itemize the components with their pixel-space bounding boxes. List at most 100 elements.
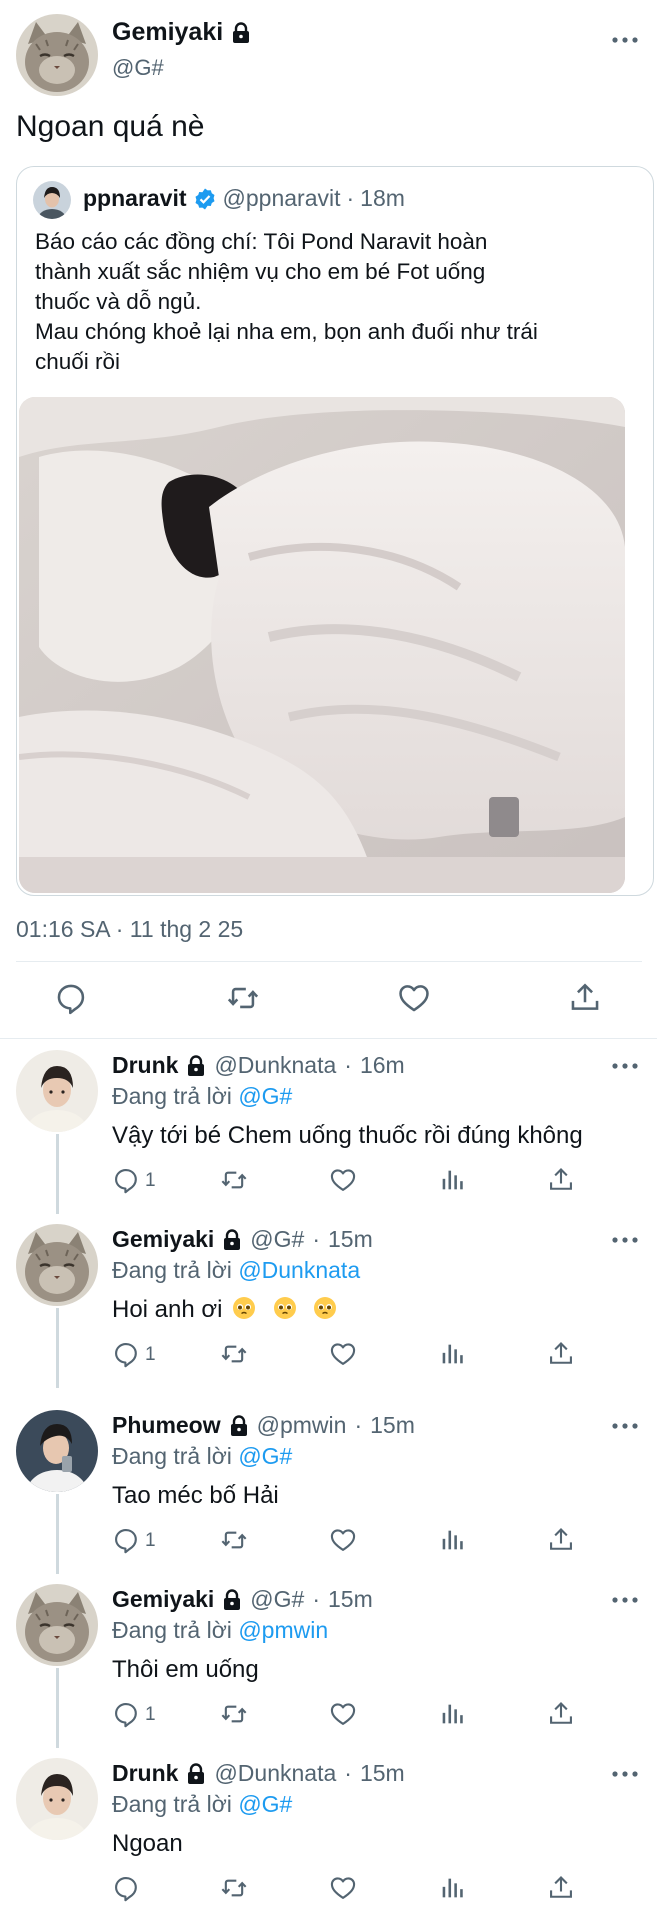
quoted-tweet-avatar[interactable]	[33, 181, 71, 219]
retweet-icon[interactable]	[220, 1526, 248, 1554]
reply-time[interactable]: 15m	[328, 1226, 373, 1253]
lock-icon	[222, 1589, 242, 1611]
like-icon[interactable]	[329, 1700, 357, 1728]
reply-author-name[interactable]: Gemiyaki	[112, 1226, 214, 1253]
separator-dot: ·	[346, 185, 355, 211]
reply-time[interactable]: 15m	[370, 1412, 415, 1439]
reply-time[interactable]: 15m	[328, 1586, 373, 1613]
quoted-tweet-handle[interactable]: @ppnaravit	[223, 185, 341, 212]
reply-handle[interactable]: @G#	[250, 1226, 304, 1253]
main-tweet-author-name[interactable]: Gemiyaki	[112, 18, 223, 47]
quoted-tweet[interactable]: ppnaravit @ppnaravit · 18m Báo cáo các đ…	[16, 166, 654, 896]
retweet-icon[interactable]	[220, 1166, 248, 1194]
like-icon[interactable]	[329, 1340, 357, 1368]
reply-handle[interactable]: @G#	[250, 1586, 304, 1613]
reply-actions: 1	[0, 1526, 657, 1556]
retweet-icon[interactable]	[220, 1700, 248, 1728]
main-tweet-avatar[interactable]	[16, 14, 98, 96]
reply-actions: 1	[0, 1340, 657, 1370]
reply-icon[interactable]	[112, 1874, 140, 1902]
reply-header: Gemiyaki @G# · 15m	[112, 1226, 373, 1253]
replying-to: Đang trả lời @Dunknata	[112, 1257, 360, 1284]
share-icon[interactable]	[547, 1166, 575, 1194]
retweet-icon[interactable]	[220, 1874, 248, 1902]
lock-icon	[229, 1415, 249, 1437]
replying-to-label: Đang trả lời	[112, 1257, 232, 1283]
reply-time[interactable]: 15m	[360, 1760, 405, 1787]
more-icon[interactable]	[610, 30, 640, 50]
replying-to-mention[interactable]: @Dunknata	[238, 1257, 360, 1283]
share-icon[interactable]	[547, 1340, 575, 1368]
reply-tweet[interactable]: Drunk @Dunknata · 15m Đang trả lời @G# N…	[0, 1748, 657, 1920]
separator-dot: ·	[312, 1226, 320, 1252]
quoted-tweet-line: thành xuất sắc nhiệm vụ cho em bé Fot uố…	[35, 259, 486, 284]
share-icon[interactable]	[547, 1874, 575, 1902]
reply-handle[interactable]: @Dunknata	[214, 1052, 336, 1079]
replying-to-label: Đang trả lời	[112, 1791, 232, 1817]
reply-avatar[interactable]	[16, 1758, 98, 1840]
views-icon[interactable]	[438, 1166, 466, 1194]
more-icon[interactable]	[610, 1056, 640, 1076]
reply-author-name[interactable]: Gemiyaki	[112, 1586, 214, 1613]
views-icon[interactable]	[438, 1700, 466, 1728]
reply-tweet[interactable]: Drunk @Dunknata · 16m Đang trả lời @G# V…	[0, 1040, 657, 1214]
verified-icon	[193, 187, 217, 211]
replying-to-mention[interactable]: @G#	[238, 1443, 292, 1469]
reply-tweet[interactable]: Gemiyaki @G# · 15m Đang trả lời @Dunknat…	[0, 1214, 657, 1388]
quoted-tweet-time[interactable]: 18m	[360, 185, 405, 212]
reply-author-name[interactable]: Drunk	[112, 1760, 178, 1787]
replying-to-mention[interactable]: @G#	[238, 1791, 292, 1817]
views-icon[interactable]	[438, 1340, 466, 1368]
main-tweet-actions	[0, 975, 657, 1025]
reply-text: Vậy tới bé Chem uống thuốc rồi đúng khôn…	[112, 1122, 583, 1149]
reply-text-container: Hoi anh ơi	[112, 1296, 337, 1324]
share-icon[interactable]	[568, 981, 602, 1015]
reply-icon[interactable]	[112, 1700, 140, 1728]
quoted-tweet-photo[interactable]	[19, 397, 625, 893]
reply-handle[interactable]: @Dunknata	[214, 1760, 336, 1787]
reply-icon[interactable]	[112, 1166, 140, 1194]
reply-avatar[interactable]	[16, 1050, 98, 1132]
replying-to-label: Đang trả lời	[112, 1443, 232, 1469]
like-icon[interactable]	[329, 1526, 357, 1554]
replying-to-mention[interactable]: @G#	[238, 1083, 292, 1109]
main-tweet-header: Gemiyaki @G#	[112, 18, 251, 81]
separator-dot: ·	[354, 1412, 363, 1438]
quoted-tweet-author-name[interactable]: ppnaravit	[83, 185, 187, 212]
more-icon[interactable]	[610, 1764, 640, 1784]
replying-to-mention[interactable]: @pmwin	[238, 1617, 328, 1643]
like-icon[interactable]	[329, 1874, 357, 1902]
separator-dot: ·	[344, 1052, 352, 1078]
reply-avatar[interactable]	[16, 1410, 98, 1492]
replying-to-label: Đang trả lời	[112, 1083, 232, 1109]
main-tweet-handle[interactable]: @G#	[112, 55, 251, 81]
replying-to-label: Đang trả lời	[112, 1617, 232, 1643]
reply-handle[interactable]: @pmwin	[257, 1412, 347, 1439]
views-icon[interactable]	[438, 1874, 466, 1902]
reply-time[interactable]: 16m	[360, 1052, 405, 1079]
reply-avatar[interactable]	[16, 1584, 98, 1666]
more-icon[interactable]	[610, 1230, 640, 1250]
like-icon[interactable]	[397, 981, 431, 1015]
share-icon[interactable]	[547, 1700, 575, 1728]
more-icon[interactable]	[610, 1590, 640, 1610]
retweet-icon[interactable]	[226, 981, 260, 1015]
like-icon[interactable]	[329, 1166, 357, 1194]
reply-avatar[interactable]	[16, 1224, 98, 1306]
main-tweet-timestamp[interactable]: 01:16 SA · 11 thg 2 25	[16, 916, 243, 943]
reply-icon[interactable]	[112, 1340, 140, 1368]
reply-author-name[interactable]: Phumeow	[112, 1412, 221, 1439]
replying-to: Đang trả lời @G#	[112, 1791, 292, 1818]
reply-count: 1	[145, 1170, 156, 1191]
views-icon[interactable]	[438, 1526, 466, 1554]
share-icon[interactable]	[547, 1526, 575, 1554]
reply-author-name[interactable]: Drunk	[112, 1052, 178, 1079]
reply-icon[interactable]	[112, 1526, 140, 1554]
reply-tweet[interactable]: Gemiyaki @G# · 15m Đang trả lời @pmwin T…	[0, 1574, 657, 1748]
reply-icon[interactable]	[54, 981, 88, 1015]
retweet-icon[interactable]	[220, 1340, 248, 1368]
quoted-tweet-line: thuốc và dỗ ngủ.	[35, 289, 202, 314]
lock-icon	[222, 1229, 242, 1251]
reply-tweet[interactable]: Phumeow @pmwin · 15m Đang trả lời @G# Ta…	[0, 1400, 657, 1574]
more-icon[interactable]	[610, 1416, 640, 1436]
